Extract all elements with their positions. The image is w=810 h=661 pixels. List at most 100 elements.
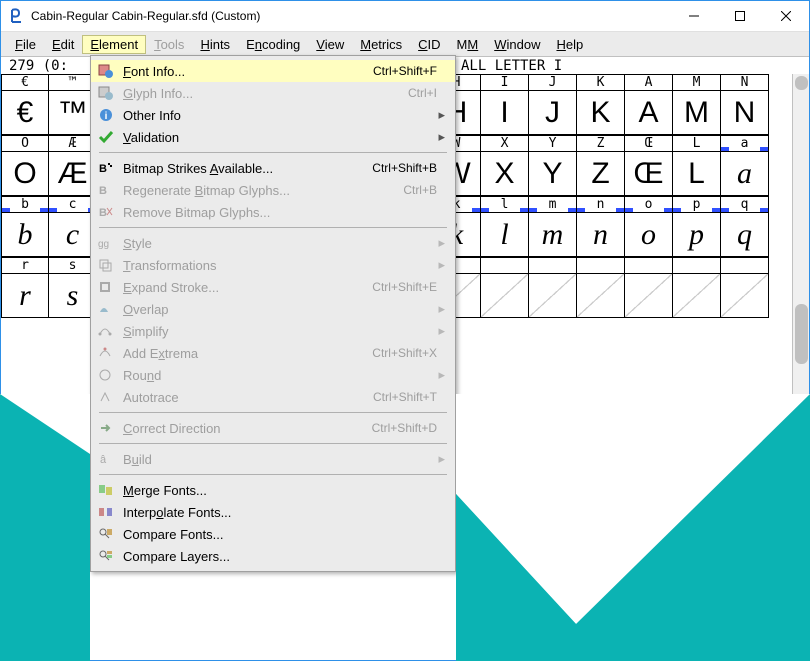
- glyph-cell[interactable]: p: [673, 213, 721, 257]
- glyph-header[interactable]: N: [721, 74, 769, 91]
- menu-element[interactable]: Element: [82, 35, 146, 54]
- glyph-cell[interactable]: Œ: [625, 152, 673, 196]
- glyph-cell[interactable]: M: [673, 91, 721, 135]
- glyph-header[interactable]: n: [577, 196, 625, 213]
- glyph-header[interactable]: r: [1, 257, 49, 274]
- menu-tools[interactable]: Tools: [146, 35, 192, 54]
- glyph-header[interactable]: p: [673, 196, 721, 213]
- build-icon: â: [97, 451, 115, 467]
- element-menu-dropdown: Font Info...Ctrl+Shift+FGlyph Info...Ctr…: [90, 55, 456, 572]
- glyph-header[interactable]: Y: [529, 135, 577, 152]
- glyph-mark: [472, 208, 480, 212]
- glyph-header[interactable]: L: [673, 135, 721, 152]
- glyph-header[interactable]: [577, 257, 625, 274]
- menu-mm[interactable]: MM: [449, 35, 487, 54]
- glyph-mark: [760, 208, 768, 212]
- minimize-button[interactable]: [671, 1, 717, 31]
- menu-item-simplify: Simplify▸: [91, 320, 455, 342]
- compare-icon: [97, 526, 115, 542]
- glyph-header[interactable]: [673, 257, 721, 274]
- menu-file[interactable]: File: [7, 35, 44, 54]
- close-button[interactable]: [763, 1, 809, 31]
- menu-item-other-info[interactable]: iOther Info▸: [91, 104, 455, 126]
- menu-hints[interactable]: Hints: [192, 35, 238, 54]
- maximize-button[interactable]: [717, 1, 763, 31]
- glyph-cell[interactable]: O: [1, 152, 49, 196]
- glyph-header[interactable]: a: [721, 135, 769, 152]
- glyph-cell[interactable]: I: [481, 91, 529, 135]
- menu-item-validation[interactable]: Validation▸: [91, 126, 455, 148]
- menu-item-interpolate-fonts[interactable]: Interpolate Fonts...: [91, 501, 455, 523]
- glyph-cell[interactable]: €: [1, 91, 49, 135]
- scroll-thumb[interactable]: [795, 304, 808, 364]
- menu-item-add-extrema: Add ExtremaCtrl+Shift+X: [91, 342, 455, 364]
- svg-text:B: B: [99, 207, 107, 219]
- menu-separator: [99, 474, 447, 475]
- glyph-header[interactable]: €: [1, 74, 49, 91]
- menu-item-font-info[interactable]: Font Info...Ctrl+Shift+F: [91, 60, 455, 82]
- glyph-mark: [664, 208, 672, 212]
- menu-help[interactable]: Help: [548, 35, 591, 54]
- glyph-cell[interactable]: [721, 274, 769, 318]
- glyph-header[interactable]: A: [625, 74, 673, 91]
- glyph-header[interactable]: [481, 257, 529, 274]
- glyph-header[interactable]: O: [1, 135, 49, 152]
- glyph-cell[interactable]: L: [673, 152, 721, 196]
- menu-view[interactable]: View: [308, 35, 352, 54]
- glyph-header[interactable]: [721, 257, 769, 274]
- glyph-header[interactable]: X: [481, 135, 529, 152]
- glyph-header[interactable]: J: [529, 74, 577, 91]
- submenu-arrow-icon: ▸: [437, 257, 445, 273]
- glyph-cell[interactable]: [529, 274, 577, 318]
- glyph-cell[interactable]: Y: [529, 152, 577, 196]
- glyph-cell[interactable]: X: [481, 152, 529, 196]
- glyph-cell[interactable]: b: [1, 213, 49, 257]
- glyph-mark: [40, 208, 48, 212]
- glyph-header[interactable]: o: [625, 196, 673, 213]
- menu-item-label: Style: [123, 236, 437, 251]
- menu-item-label: Validation: [123, 130, 437, 145]
- expand-icon: [97, 279, 115, 295]
- glyph-cell[interactable]: Z: [577, 152, 625, 196]
- scroll-up-icon[interactable]: [795, 76, 808, 90]
- glyph-cell[interactable]: [673, 274, 721, 318]
- glyph-cell[interactable]: r: [1, 274, 49, 318]
- menu-edit[interactable]: Edit: [44, 35, 82, 54]
- menu-item-label: Simplify: [123, 324, 437, 339]
- glyph-header[interactable]: q: [721, 196, 769, 213]
- glyph-cell[interactable]: A: [625, 91, 673, 135]
- glyph-cell[interactable]: J: [529, 91, 577, 135]
- glyph-header[interactable]: Œ: [625, 135, 673, 152]
- glyph-header[interactable]: K: [577, 74, 625, 91]
- glyph-header[interactable]: b: [1, 196, 49, 213]
- menu-item-compare-fonts[interactable]: Compare Fonts...: [91, 523, 455, 545]
- menu-item-regenerate-bitmap-glyphs: BRegenerate Bitmap Glyphs...Ctrl+B: [91, 179, 455, 201]
- glyph-cell[interactable]: a: [721, 152, 769, 196]
- glyph-cell[interactable]: o: [625, 213, 673, 257]
- menu-item-merge-fonts[interactable]: Merge Fonts...: [91, 479, 455, 501]
- window-controls: [671, 1, 809, 31]
- glyph-cell[interactable]: m: [529, 213, 577, 257]
- glyph-cell[interactable]: [625, 274, 673, 318]
- glyph-header[interactable]: m: [529, 196, 577, 213]
- glyph-header[interactable]: I: [481, 74, 529, 91]
- glyph-cell[interactable]: [481, 274, 529, 318]
- menu-window[interactable]: Window: [486, 35, 548, 54]
- glyph-cell[interactable]: K: [577, 91, 625, 135]
- menu-encoding[interactable]: Encoding: [238, 35, 308, 54]
- glyph-header[interactable]: l: [481, 196, 529, 213]
- glyph-header[interactable]: [529, 257, 577, 274]
- glyph-cell[interactable]: n: [577, 213, 625, 257]
- menu-item-label: Compare Fonts...: [123, 527, 437, 542]
- glyph-header[interactable]: [625, 257, 673, 274]
- glyph-header[interactable]: Z: [577, 135, 625, 152]
- glyph-cell[interactable]: N: [721, 91, 769, 135]
- glyph-cell[interactable]: q: [721, 213, 769, 257]
- glyph-cell[interactable]: [577, 274, 625, 318]
- menu-cid[interactable]: CID: [410, 35, 448, 54]
- glyph-cell[interactable]: l: [481, 213, 529, 257]
- menu-item-compare-layers[interactable]: Compare Layers...: [91, 545, 455, 567]
- menu-item-bitmap-strikes-available[interactable]: BBitmap Strikes Available...Ctrl+Shift+B: [91, 157, 455, 179]
- menu-metrics[interactable]: Metrics: [352, 35, 410, 54]
- glyph-header[interactable]: M: [673, 74, 721, 91]
